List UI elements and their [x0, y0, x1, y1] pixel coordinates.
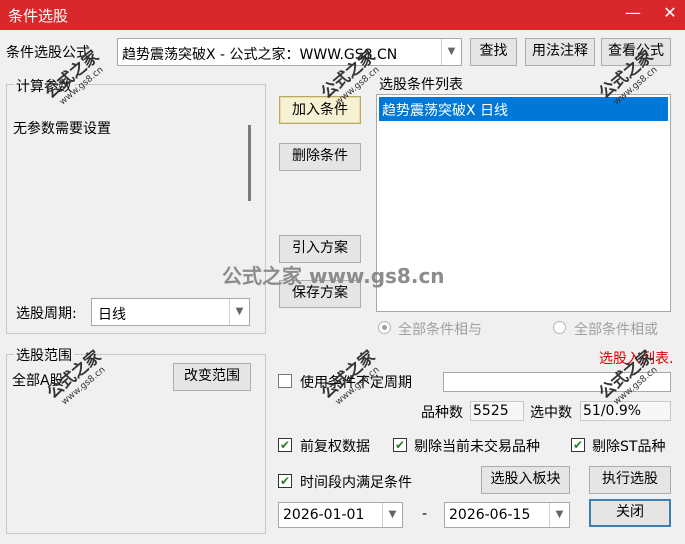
window-title: 条件选股: [8, 7, 69, 25]
fuquan-label: 前复权数据: [300, 439, 370, 455]
period-select[interactable]: 日线 ▼: [91, 298, 250, 326]
delete-condition-button[interactable]: 删除条件: [279, 143, 361, 171]
to-block-button[interactable]: 选股入板块: [481, 466, 570, 494]
minimize-button[interactable]: —: [618, 0, 648, 28]
date-from-select[interactable]: 2026-01-01 ▼: [278, 502, 403, 528]
count-label: 品种数: [421, 405, 463, 421]
skip-st-checkbox[interactable]: ✔: [571, 438, 585, 452]
close-window-button[interactable]: ✕: [655, 0, 685, 28]
period-label: 选股周期:: [16, 306, 77, 322]
time-range-label: 时间段内满足条件: [300, 475, 412, 491]
range-group-label: 选股范围: [14, 345, 74, 365]
skip-untraded-checkbox[interactable]: ✔: [393, 438, 407, 452]
execute-button[interactable]: 执行选股: [589, 466, 671, 494]
chevron-down-icon[interactable]: ▼: [441, 39, 461, 65]
chevron-down-icon[interactable]: ▼: [382, 503, 402, 527]
time-range-checkbox[interactable]: ✔: [278, 474, 292, 488]
title-bar: 条件选股 — ✕: [0, 0, 685, 30]
and-radio-label: 全部条件相与: [398, 322, 482, 338]
change-range-button[interactable]: 改变范围: [173, 363, 251, 391]
period-value: 日线: [98, 307, 126, 323]
count-value: 5525: [470, 401, 524, 421]
or-radio[interactable]: [553, 321, 566, 334]
no-params-text: 无参数需要设置: [13, 121, 111, 137]
find-button[interactable]: 查找: [470, 38, 517, 66]
date-to-select[interactable]: 2026-06-15 ▼: [444, 502, 570, 528]
or-radio-label: 全部条件相或: [574, 322, 658, 338]
use-period-checkbox[interactable]: [278, 374, 292, 388]
condition-list-label: 选股条件列表: [379, 77, 463, 93]
chevron-down-icon[interactable]: ▼: [549, 503, 569, 527]
watermark: 公式之家 www.gs8.cn: [317, 346, 382, 408]
selected-value: 51/0.9%: [580, 401, 671, 421]
chevron-down-icon[interactable]: ▼: [229, 299, 249, 325]
date-from-value: 2026-01-01: [283, 507, 365, 523]
usage-button[interactable]: 用法注释: [525, 38, 595, 66]
scrollbar-thumb[interactable]: [248, 125, 251, 201]
selected-label: 选中数: [530, 405, 572, 421]
and-radio[interactable]: [378, 321, 391, 334]
date-to-value: 2026-06-15: [449, 507, 531, 523]
skip-untraded-label: 剔除当前未交易品种: [414, 439, 540, 455]
fuquan-checkbox[interactable]: ✔: [278, 438, 292, 452]
import-scheme-button[interactable]: 引入方案: [279, 235, 361, 263]
formula-select[interactable]: 趋势震荡突破X - 公式之家：WWW.GS8.CN ▼: [117, 38, 462, 66]
center-watermark: 公式之家 www.gs8.cn: [222, 264, 445, 288]
close-button[interactable]: 关闭: [589, 499, 671, 527]
skip-st-label: 剔除ST品种: [592, 439, 666, 455]
date-separator: -: [422, 506, 428, 522]
